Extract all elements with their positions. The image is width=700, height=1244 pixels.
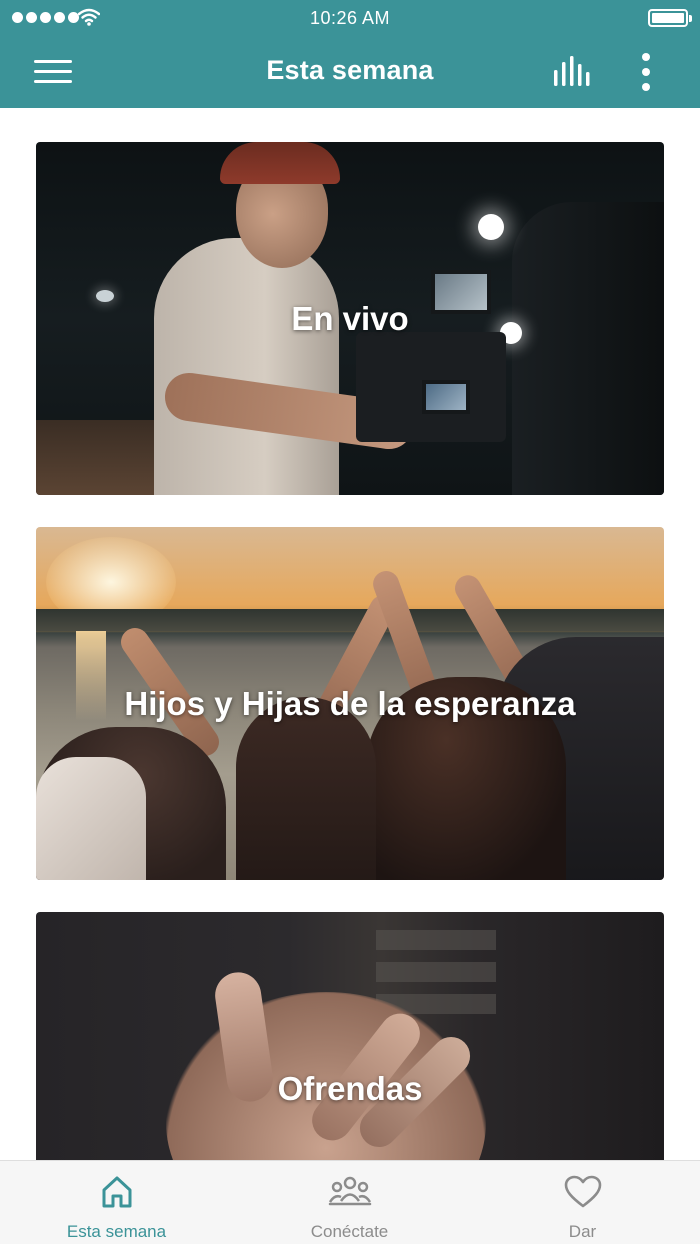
content-feed[interactable]: En vivo Hijos y Hijas de la esperanza Of… — [0, 108, 700, 1160]
card-image-detail — [154, 238, 339, 495]
tab-label: Conéctate — [310, 1222, 389, 1241]
tab-dar[interactable]: Dar — [466, 1161, 699, 1244]
card-image-detail — [478, 214, 504, 240]
card-image-detail — [376, 962, 496, 982]
nav-bar: Esta semana — [0, 36, 700, 108]
card-image-detail — [220, 142, 340, 184]
page-title: Esta semana — [266, 55, 434, 85]
tab-bar: Esta semana Conéctate Dar — [0, 1160, 700, 1244]
card-title: Hijos y Hijas de la esperanza — [124, 684, 576, 722]
tab-label: Dar — [568, 1222, 597, 1241]
card-hijos-y-hijas[interactable]: Hijos y Hijas de la esperanza — [36, 527, 664, 880]
home-icon — [102, 1176, 131, 1208]
tab-label: Esta semana — [66, 1222, 167, 1241]
tab-conectate[interactable]: Conéctate — [233, 1161, 466, 1244]
card-title: Ofrendas — [277, 1069, 423, 1107]
group-icon — [328, 1176, 371, 1206]
card-image-detail — [422, 380, 470, 414]
battery-icon — [648, 9, 692, 27]
more-vertical-icon[interactable] — [635, 53, 657, 91]
heart-icon — [564, 1175, 601, 1208]
card-image-detail — [36, 757, 146, 880]
card-en-vivo[interactable]: En vivo — [36, 142, 664, 495]
status-time: 10:26 AM — [309, 8, 391, 28]
status-bar: 10:26 AM — [0, 0, 700, 36]
tab-esta-semana[interactable]: Esta semana — [0, 1161, 233, 1244]
card-image-detail — [376, 930, 496, 950]
card-image-detail — [512, 202, 664, 495]
card-image-detail — [236, 697, 376, 880]
card-ofrendas[interactable]: Ofrendas — [36, 912, 664, 1160]
stats-icon[interactable] — [552, 56, 592, 88]
card-title: En vivo — [291, 299, 409, 337]
